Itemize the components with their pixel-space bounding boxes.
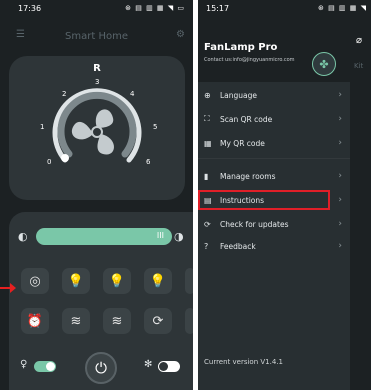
status-icons: ⊛ ▤ ▥ ▦ ◥ ▭: [125, 4, 185, 12]
menu-item-language[interactable]: ⊕ Language ›: [204, 86, 346, 104]
drawer-screen: 15:17 ⊛ ▤ ▥ ▦ ◥ ⌀ Kit FanLamp Pro Contac…: [198, 0, 371, 390]
status-icons-right: ⊛ ▤ ▥ ▦ ◥: [318, 4, 367, 12]
timer-button[interactable]: ⏰: [21, 308, 49, 334]
chevron-right-icon: ›: [338, 241, 342, 251]
reverse-button[interactable]: ⟳: [144, 308, 172, 334]
fan-speed-card: R 0 1 2 3 4 5 6: [9, 56, 185, 200]
document-icon: ▤: [204, 195, 212, 205]
main-peek-text: Kit: [354, 62, 364, 70]
app-logo-icon: ✤: [312, 52, 336, 76]
chevron-right-icon: ›: [338, 114, 342, 124]
red-arrow-annotation: [0, 283, 16, 293]
speed-knob: [61, 154, 69, 162]
menu-item-label: Scan QR code: [220, 114, 273, 124]
fan-icon: [71, 109, 114, 155]
refresh-icon: ⟳: [204, 219, 211, 229]
menu-item-label: Instructions: [220, 195, 265, 205]
bulb-neutral-button[interactable]: 💡: [103, 268, 131, 294]
menu-item-manage-rooms[interactable]: ▮ Manage rooms ›: [204, 167, 346, 185]
brightness-high-icon: ◑: [174, 230, 184, 243]
menu-divider: [198, 158, 350, 159]
status-time: 17:36: [18, 4, 42, 13]
brightness-slider[interactable]: III: [36, 228, 172, 245]
brightness-low-icon: ◐: [18, 230, 28, 243]
drawer-menu: [198, 82, 350, 390]
chevron-right-icon: ›: [338, 171, 342, 181]
page-title: Smart Home: [65, 31, 128, 42]
version-text: Current version V1.4.1: [204, 358, 283, 366]
menu-item-label: Feedback: [220, 241, 256, 251]
menu-item-feedback[interactable]: ? Feedback ›: [204, 237, 346, 255]
drawer-header: FanLamp Pro Contact us:info@jingyuanmicr…: [198, 12, 350, 82]
chevron-right-icon: ›: [338, 195, 342, 205]
light-toggle-knob: [46, 362, 55, 371]
fan-dial[interactable]: [9, 56, 185, 200]
bulb-warm-button[interactable]: 💡: [62, 268, 90, 294]
more-button-row1[interactable]: [185, 268, 193, 294]
globe-icon: ⊕: [204, 90, 211, 100]
app-name: FanLamp Pro: [204, 42, 278, 53]
menu-item-label: Check for updates: [220, 219, 289, 229]
wind-mode-button[interactable]: ≋: [62, 308, 90, 334]
more-button-row2[interactable]: [185, 308, 193, 334]
light-icon: ♀: [20, 359, 28, 370]
chevron-right-icon: ›: [338, 138, 342, 148]
contact-text: Contact us:info@jingyuanmicro.com: [204, 57, 295, 63]
menu-item-check-updates[interactable]: ⟳ Check for updates ›: [204, 215, 346, 233]
scan-icon: ⛶: [204, 114, 210, 123]
main-content-edge: ⌀ Kit: [350, 12, 371, 390]
wifi-mode-button[interactable]: ◎: [21, 268, 49, 294]
menu-item-scan-qr[interactable]: ⛶ Scan QR code ›: [204, 110, 346, 128]
menu-item-label: Manage rooms: [220, 171, 276, 181]
fan-toggle-knob: [159, 362, 168, 371]
status-bar: 17:36 ⊛ ▤ ▥ ▦ ◥ ▭: [0, 0, 193, 18]
menu-item-label: Language: [220, 90, 258, 100]
menu-item-label: My QR code: [220, 138, 265, 148]
qr-icon: ▦: [204, 138, 212, 148]
fan-toggle[interactable]: [158, 361, 180, 372]
slider-handle[interactable]: III: [157, 231, 164, 240]
menu-item-instructions[interactable]: ▤ Instructions ›: [204, 191, 346, 209]
fan-control-screen: 17:36 ⊛ ▤ ▥ ▦ ◥ ▭ ☰ Smart Home ⚙ R 0 1 2…: [0, 0, 193, 390]
menu-item-my-qr[interactable]: ▦ My QR code ›: [204, 134, 346, 152]
bulb-cool-button[interactable]: 💡: [144, 268, 172, 294]
settings-icon[interactable]: ⚙: [176, 29, 185, 40]
chevron-right-icon: ›: [338, 219, 342, 229]
light-toggle[interactable]: [34, 361, 56, 372]
chevron-right-icon: ›: [338, 90, 342, 100]
natural-wind-button[interactable]: ≋: [103, 308, 131, 334]
room-icon: ▮: [204, 171, 209, 181]
power-button[interactable]: ⏻: [85, 352, 117, 384]
top-bar: ☰ Smart Home ⚙: [0, 26, 193, 48]
help-icon: ?: [204, 241, 209, 251]
edit-icon[interactable]: ⌀: [356, 35, 362, 46]
fan-small-icon: ✻: [144, 359, 153, 370]
